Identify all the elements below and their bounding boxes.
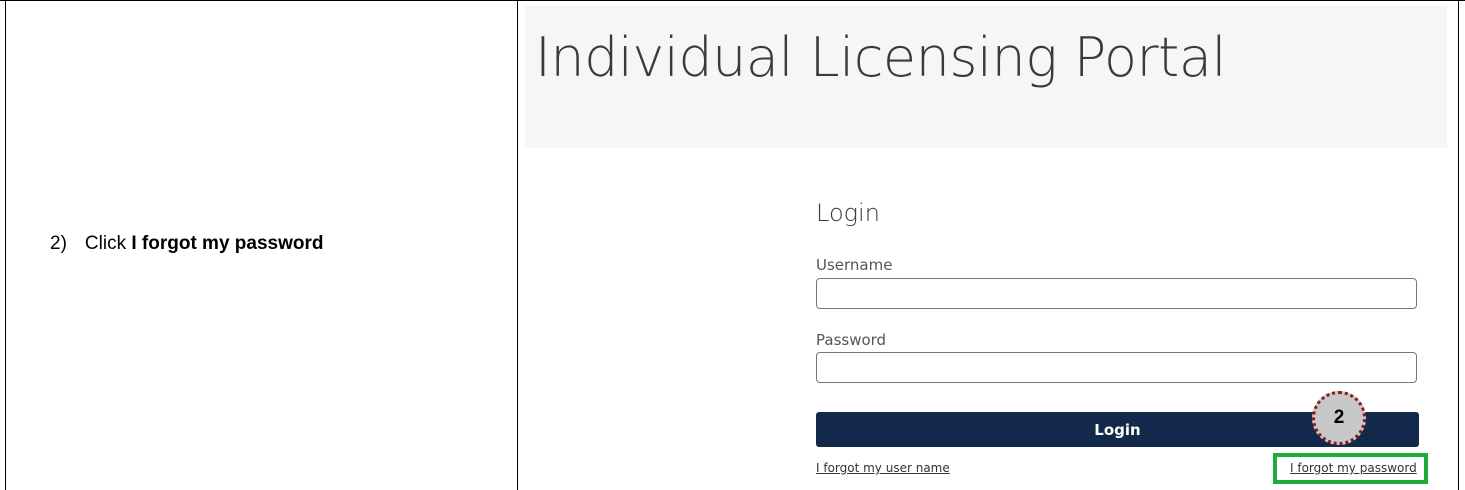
- username-input[interactable]: [816, 278, 1417, 309]
- step-emphasis: I forgot my password: [131, 233, 324, 254]
- table-border-top: [0, 0, 1465, 1]
- login-heading: Login: [816, 199, 880, 227]
- table-border-right: [1458, 0, 1459, 490]
- highlight-box: [1273, 453, 1428, 484]
- step-prefix: Click: [84, 233, 132, 254]
- table-border-left: [5, 0, 6, 490]
- step-number: 2): [50, 233, 67, 254]
- step-marker-badge: 2: [1312, 391, 1366, 445]
- password-label: Password: [816, 331, 887, 349]
- portal-title: Individual Licensing Portal: [535, 26, 1226, 89]
- password-input[interactable]: [816, 352, 1417, 383]
- table-border-middle: [517, 0, 518, 490]
- forgot-username-link[interactable]: I forgot my user name: [816, 461, 950, 475]
- username-label: Username: [816, 256, 893, 274]
- step-instruction: 2) Click I forgot my password: [50, 233, 324, 255]
